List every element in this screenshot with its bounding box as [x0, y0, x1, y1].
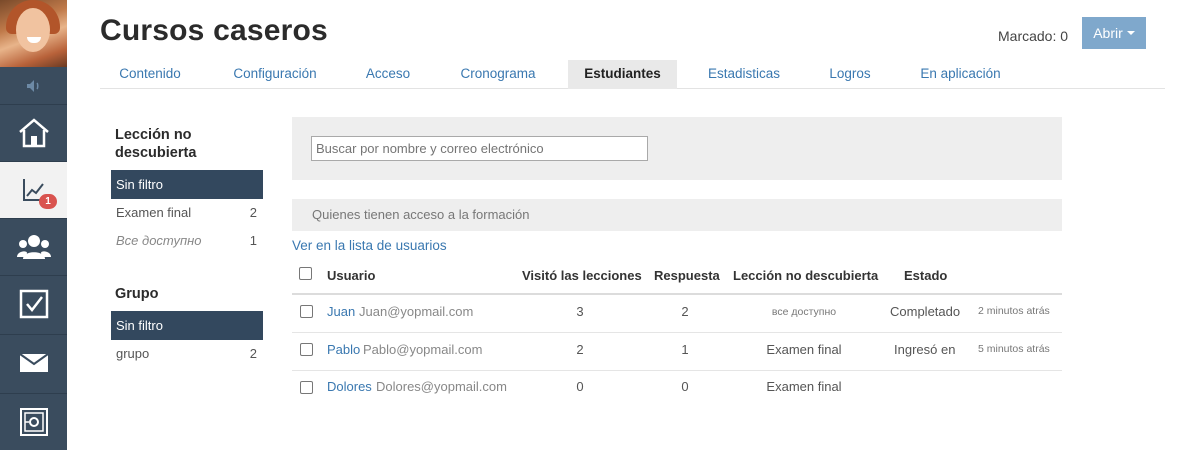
- header-lesson[interactable]: Lección no descubierta: [733, 268, 878, 283]
- chart-icon[interactable]: 1: [0, 161, 67, 218]
- user-email: Juan@yopmail.com: [359, 304, 474, 319]
- group-filter-heading: Grupo: [115, 286, 159, 302]
- status-text: Ingresó en: [894, 342, 956, 357]
- answers-count: 2: [681, 304, 689, 319]
- select-all-checkbox[interactable]: [299, 267, 312, 280]
- lesson-filter-label: Все доступно: [116, 233, 202, 248]
- lesson-filter-label: Examen final: [116, 205, 192, 220]
- answers-count: 1: [681, 342, 689, 357]
- users-icon[interactable]: [0, 218, 67, 275]
- tab-estudiantes[interactable]: Estudiantes: [568, 60, 677, 89]
- answers-count: 0: [681, 379, 689, 394]
- access-bar: Quienes tienen acceso a la formación: [292, 199, 1062, 231]
- row-divider: [292, 332, 1062, 333]
- table-header-divider: [292, 293, 1062, 295]
- undiscovered-lesson: Examen final: [766, 379, 842, 394]
- user-name-link[interactable]: Pablo: [327, 342, 360, 357]
- group-filter-item[interactable]: grupo 2: [111, 339, 263, 368]
- lesson-filter-heading: Lección no descubierta: [115, 127, 197, 161]
- tab-logros[interactable]: Logros: [812, 60, 888, 89]
- user-name-link[interactable]: Juan: [327, 304, 355, 319]
- group-filter-count: 2: [249, 346, 257, 361]
- undiscovered-lesson: Examen final: [766, 342, 842, 357]
- checkbox-icon[interactable]: [0, 275, 67, 332]
- avatar[interactable]: [0, 0, 67, 67]
- user-list-link[interactable]: Ver en la lista de usuarios: [292, 238, 447, 253]
- visited-count: 2: [576, 342, 584, 357]
- status-time: 2 minutos atrás: [978, 305, 1050, 317]
- lesson-filter-item[interactable]: Все доступно 1: [111, 226, 263, 255]
- sidebar: 1: [0, 0, 67, 450]
- visited-count: 3: [576, 304, 584, 319]
- header-status[interactable]: Estado: [904, 268, 947, 283]
- tab-cronograma[interactable]: Cronograma: [445, 60, 551, 89]
- marked-counter: Marcado: 0: [998, 28, 1069, 44]
- open-button-label: Abrir: [1093, 25, 1123, 41]
- group-filter-label: grupo: [116, 346, 150, 361]
- row-checkbox[interactable]: [300, 381, 313, 394]
- lesson-filter-item[interactable]: Sin filtro: [111, 170, 263, 199]
- search-input[interactable]: [311, 136, 648, 161]
- user-email: Pablo@yopmail.com: [363, 342, 483, 357]
- group-filter-label: Sin filtro: [116, 318, 163, 333]
- user-name-link[interactable]: Dolores: [327, 379, 372, 394]
- lesson-filter-label: Sin filtro: [116, 177, 163, 192]
- search-panel: [292, 117, 1062, 180]
- lesson-filter-count: 1: [249, 233, 257, 248]
- page-title: Cursos caseros: [100, 14, 328, 47]
- status-text: Completado: [890, 304, 961, 319]
- row-divider: [292, 370, 1062, 371]
- header-visited[interactable]: Visitó las lecciones: [522, 268, 642, 283]
- open-button[interactable]: Abrir: [1082, 17, 1146, 49]
- tab-contenido[interactable]: Contenido: [100, 60, 200, 89]
- lesson-filter-item[interactable]: Examen final 2: [111, 198, 263, 227]
- undiscovered-lesson: все доступно: [771, 306, 837, 318]
- home-icon[interactable]: [0, 104, 67, 161]
- tab-acceso[interactable]: Acceso: [348, 60, 428, 89]
- tab-en-aplicacion[interactable]: En aplicación: [910, 60, 1011, 89]
- tab-configuracion[interactable]: Configuración: [215, 60, 335, 89]
- mail-icon[interactable]: [0, 334, 67, 391]
- header-answers[interactable]: Respuesta: [654, 268, 720, 283]
- status-time: 5 minutos atrás: [978, 343, 1050, 355]
- tab-bar: Contenido Configuración Acceso Cronogram…: [100, 60, 1165, 89]
- notification-badge: 1: [39, 194, 57, 209]
- header-user[interactable]: Usuario: [327, 268, 375, 283]
- group-filter-item[interactable]: Sin filtro: [111, 311, 263, 340]
- avatar-face: [16, 8, 50, 52]
- speaker-icon[interactable]: [0, 67, 67, 104]
- settings-icon[interactable]: [0, 393, 67, 450]
- row-checkbox[interactable]: [300, 305, 313, 318]
- row-checkbox[interactable]: [300, 343, 313, 356]
- caret-down-icon: [1126, 31, 1135, 35]
- user-email: Dolores@yopmail.com: [376, 379, 507, 394]
- lesson-filter-count: 2: [249, 205, 257, 220]
- tab-estadisticas[interactable]: Estadisticas: [696, 60, 792, 89]
- visited-count: 0: [576, 379, 584, 394]
